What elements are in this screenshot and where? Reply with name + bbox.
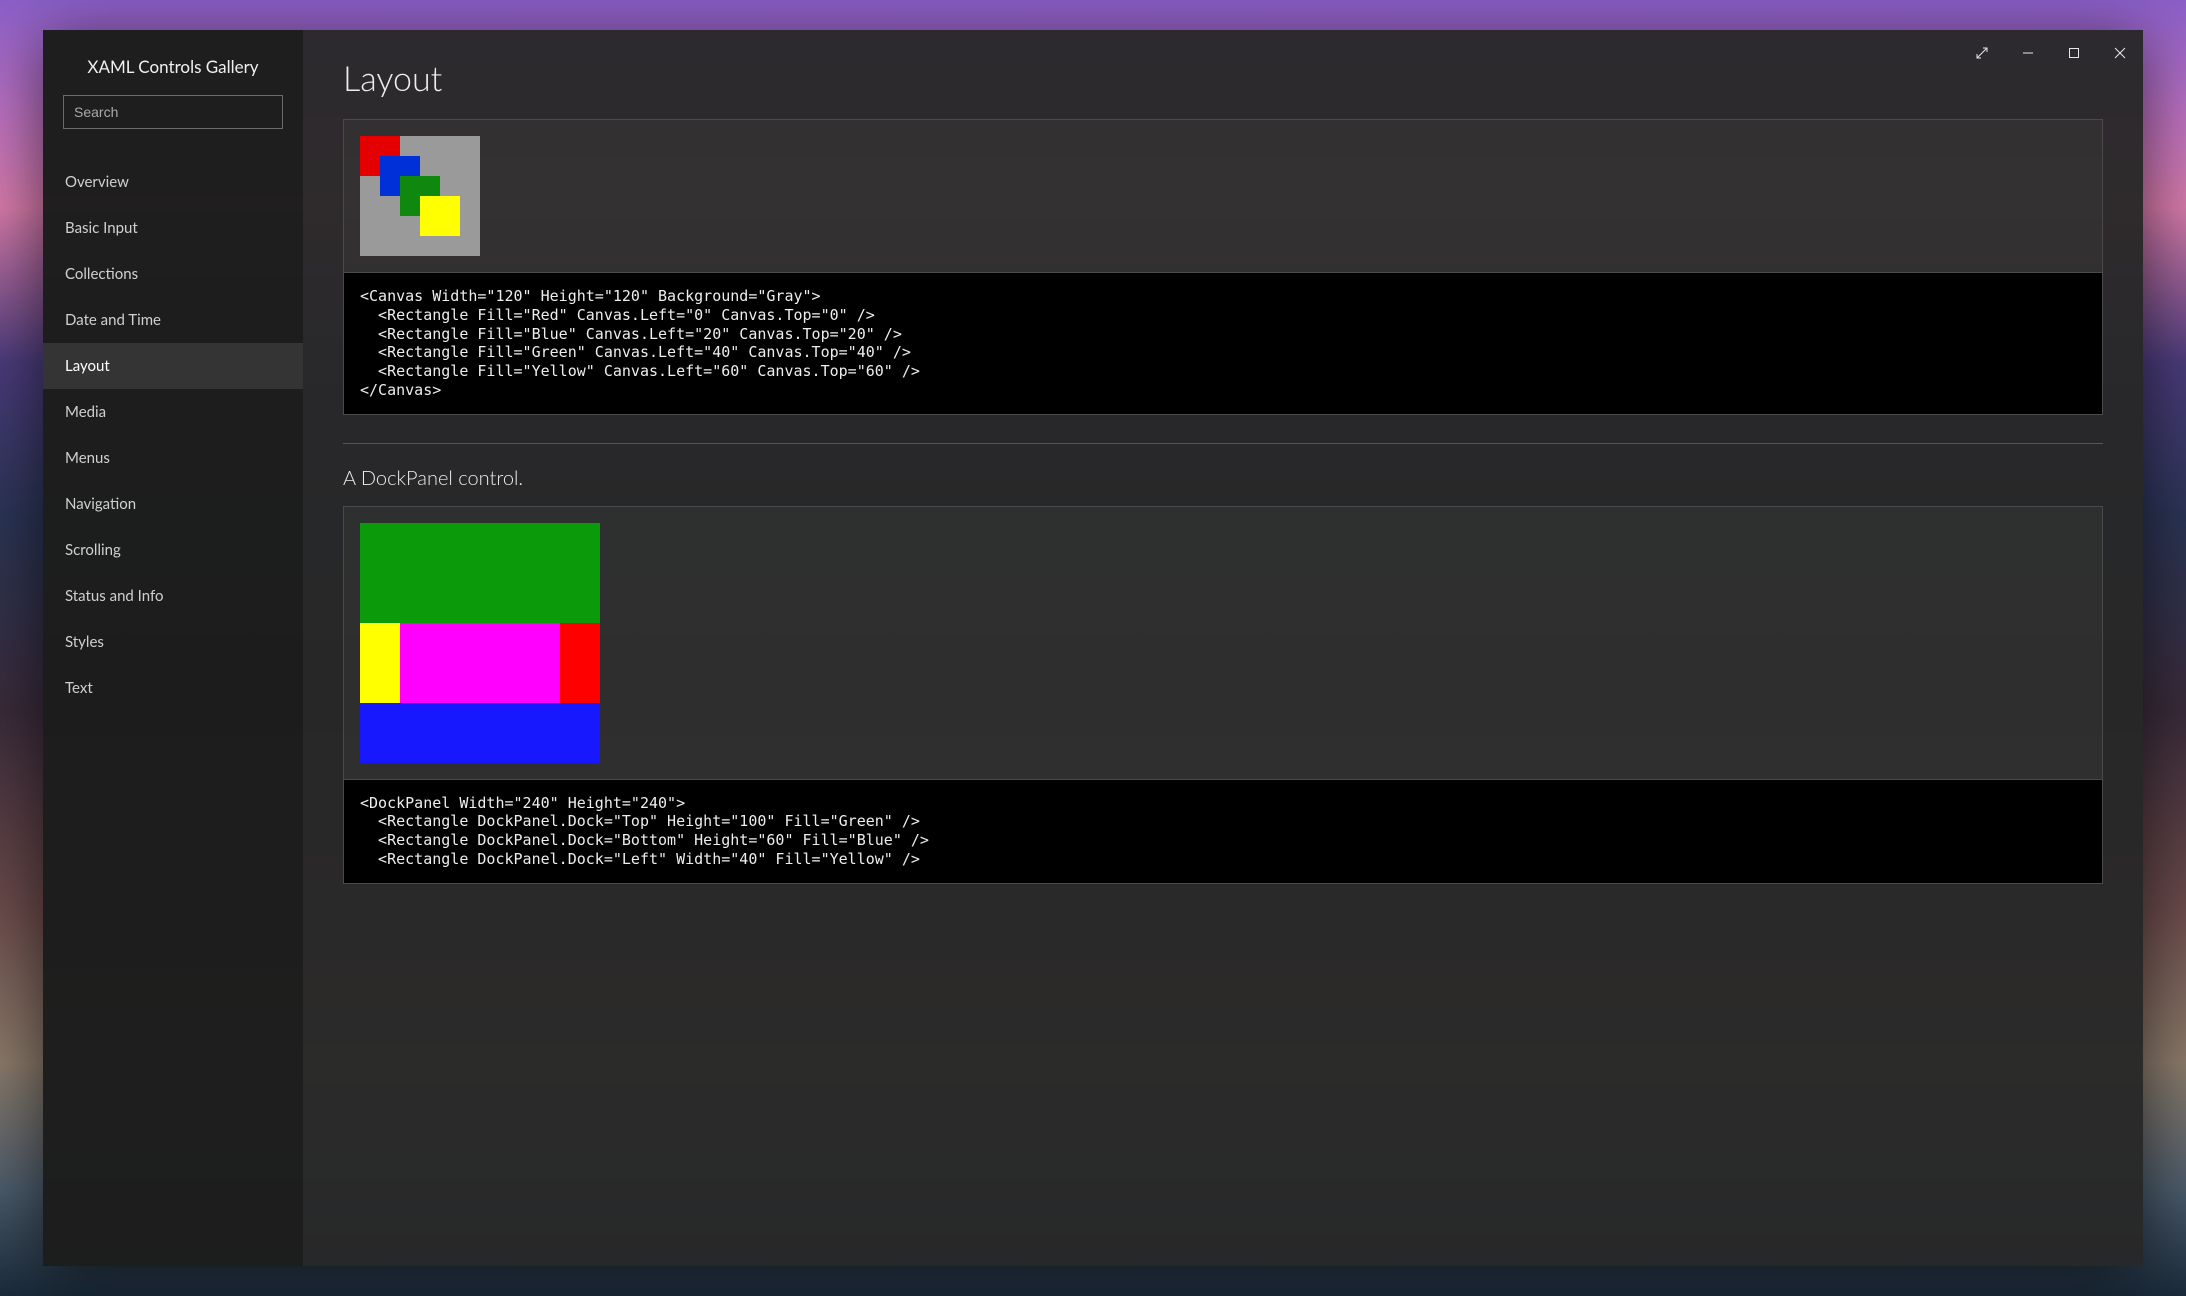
- dockpanel-demo: [360, 523, 600, 763]
- minimize-button[interactable]: [2005, 30, 2051, 76]
- nav-item-text[interactable]: Text: [43, 665, 303, 711]
- nav-item-date-and-time[interactable]: Date and Time: [43, 297, 303, 343]
- nav-item-scrolling[interactable]: Scrolling: [43, 527, 303, 573]
- dock-rect-left-yellow: [360, 623, 400, 703]
- canvas-code-block[interactable]: <Canvas Width="120" Height="120" Backgro…: [343, 273, 2103, 415]
- dock-rect-right-red: [560, 623, 600, 703]
- dockpanel-example-card: [343, 506, 2103, 780]
- expand-button[interactable]: [1959, 30, 2005, 76]
- search-input[interactable]: [63, 95, 283, 129]
- canvas-rect-yellow: [420, 196, 460, 236]
- dock-rect-bottom-blue: [360, 703, 600, 763]
- nav-list: Overview Basic Input Collections Date an…: [43, 149, 303, 711]
- section-separator: [343, 443, 2103, 444]
- nav-item-status-and-info[interactable]: Status and Info: [43, 573, 303, 619]
- maximize-button[interactable]: [2051, 30, 2097, 76]
- main-content[interactable]: Layout <Canvas Width="120" Height="120" …: [303, 30, 2143, 1266]
- search-container: [43, 95, 303, 149]
- app-window: XAML Controls Gallery Overview Basic Inp…: [43, 30, 2143, 1266]
- nav-item-collections[interactable]: Collections: [43, 251, 303, 297]
- canvas-example-card: [343, 119, 2103, 273]
- dockpanel-heading: A DockPanel control.: [343, 466, 2103, 490]
- nav-item-overview[interactable]: Overview: [43, 159, 303, 205]
- nav-item-layout[interactable]: Layout: [43, 343, 303, 389]
- close-button[interactable]: [2097, 30, 2143, 76]
- app-title: XAML Controls Gallery: [43, 48, 303, 95]
- page-title: Layout: [343, 58, 2103, 99]
- dock-mid-row: [360, 623, 600, 703]
- window-body: XAML Controls Gallery Overview Basic Inp…: [43, 30, 2143, 1266]
- sidebar: XAML Controls Gallery Overview Basic Inp…: [43, 30, 303, 1266]
- nav-item-navigation[interactable]: Navigation: [43, 481, 303, 527]
- nav-item-basic-input[interactable]: Basic Input: [43, 205, 303, 251]
- dockpanel-code-block[interactable]: <DockPanel Width="240" Height="240"> <Re…: [343, 780, 2103, 884]
- nav-item-styles[interactable]: Styles: [43, 619, 303, 665]
- window-titlebar: [1959, 30, 2143, 76]
- desktop: XAML Controls Gallery Overview Basic Inp…: [0, 0, 2186, 1296]
- dock-rect-fill-magenta: [400, 623, 560, 703]
- canvas-demo: [360, 136, 480, 256]
- dock-rect-top-green: [360, 523, 600, 623]
- nav-item-menus[interactable]: Menus: [43, 435, 303, 481]
- nav-item-media[interactable]: Media: [43, 389, 303, 435]
